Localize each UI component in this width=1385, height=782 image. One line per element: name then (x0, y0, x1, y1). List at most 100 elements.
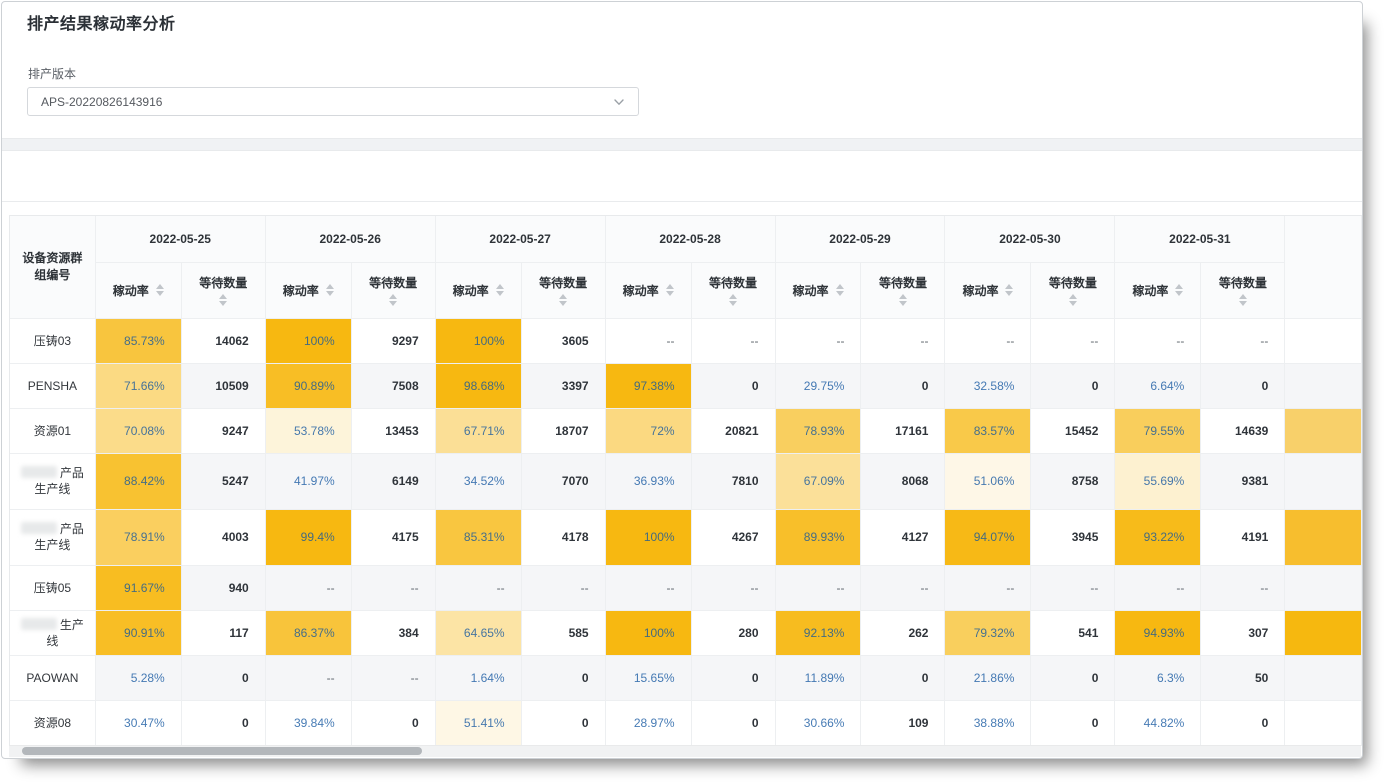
rate-cell[interactable]: 6.3% (1115, 655, 1201, 700)
wait-cell: 0 (351, 700, 435, 745)
wait-column-label: 等待数量 (369, 274, 417, 291)
rate-cell[interactable]: 90.91% (95, 610, 181, 655)
rate-cell[interactable]: 44.82% (1115, 700, 1201, 745)
rate-cell[interactable]: 78.93% (775, 408, 861, 453)
sort-icon[interactable] (389, 294, 397, 306)
rate-cell[interactable]: 92.13% (775, 610, 861, 655)
rate-cell[interactable]: 1.64% (435, 655, 521, 700)
rate-cell[interactable]: 41.97% (265, 453, 351, 509)
rate-cell[interactable]: 67.71% (435, 408, 521, 453)
rate-cell[interactable]: 86.37% (265, 610, 351, 655)
rate-cell[interactable]: 90.89% (265, 363, 351, 408)
resource-name-cell: PENSHA (10, 363, 95, 408)
rate-cell[interactable]: 100% (265, 318, 351, 363)
rate-cell[interactable]: 85.31% (435, 509, 521, 565)
rate-cell[interactable]: 5.28% (95, 655, 181, 700)
wait-cell: 117 (181, 610, 265, 655)
rate-cell[interactable]: 30.47% (95, 700, 181, 745)
sort-icon[interactable] (666, 284, 674, 296)
wait-column-header[interactable]: 等待数量 (1031, 262, 1115, 318)
caret-up-icon (836, 284, 844, 289)
table-scroll-container[interactable]: 设备资源群组编号2022-05-252022-05-262022-05-2720… (9, 215, 1362, 746)
wait-column-header[interactable]: 等待数量 (521, 262, 605, 318)
rate-cell[interactable]: 100% (605, 509, 691, 565)
wait-cell: 0 (691, 655, 775, 700)
wait-column-header[interactable]: 等待数量 (691, 262, 775, 318)
rate-cell[interactable]: 64.65% (435, 610, 521, 655)
rate-cell[interactable]: 21.86% (945, 655, 1031, 700)
wait-column-header[interactable]: 等待数量 (1201, 262, 1285, 318)
page-title: 排产结果稼动率分析 (27, 14, 176, 36)
h-scrollbar[interactable] (9, 745, 1361, 757)
rate-cell[interactable]: 79.55% (1115, 408, 1201, 453)
rate-column-header[interactable]: 稼动率 (435, 262, 521, 318)
rate-cell[interactable]: 67.09% (775, 453, 861, 509)
rate-cell[interactable]: 51.41% (435, 700, 521, 745)
rate-cell: -- (945, 318, 1031, 363)
sort-icon[interactable] (219, 294, 227, 306)
rate-cell[interactable]: 97.38% (605, 363, 691, 408)
rate-column-header[interactable]: 稼动率 (605, 262, 691, 318)
date-header: 2022-05-29 (775, 216, 945, 262)
rate-cell[interactable]: 83.57% (945, 408, 1031, 453)
wait-column-header[interactable]: 等待数量 (861, 262, 945, 318)
rate-cell[interactable]: 32.58% (945, 363, 1031, 408)
rate-cell[interactable]: 94.07% (945, 509, 1031, 565)
rate-cell[interactable]: 30.66% (775, 700, 861, 745)
rate-cell[interactable]: 94.93% (1115, 610, 1201, 655)
rate-cell[interactable]: 28.97% (605, 700, 691, 745)
rate-cell[interactable]: 99.4% (265, 509, 351, 565)
rate-cell[interactable]: 55.69% (1115, 453, 1201, 509)
rate-column-header[interactable]: 稼动率 (945, 262, 1031, 318)
sort-icon[interactable] (729, 294, 737, 306)
rate-cell[interactable]: 36.93% (605, 453, 691, 509)
wait-cell: 0 (691, 700, 775, 745)
rate-cell[interactable]: 70.08% (95, 408, 181, 453)
rate-cell[interactable]: 72% (605, 408, 691, 453)
rate-cell[interactable]: 91.67% (95, 565, 181, 610)
rate-column-header[interactable]: 稼动率 (95, 262, 181, 318)
sort-icon[interactable] (1175, 284, 1183, 296)
rate-cell[interactable]: 29.75% (775, 363, 861, 408)
wait-cell: -- (1031, 318, 1115, 363)
peek-cell (1285, 318, 1362, 363)
sort-icon[interactable] (326, 284, 334, 296)
rate-column-header[interactable]: 稼动率 (1115, 262, 1201, 318)
rate-column-header[interactable]: 稼动率 (775, 262, 861, 318)
sort-icon[interactable] (899, 294, 907, 306)
rate-cell[interactable]: 78.91% (95, 509, 181, 565)
rate-cell[interactable]: 100% (435, 318, 521, 363)
rate-cell[interactable]: 85.73% (95, 318, 181, 363)
rate-cell[interactable]: 79.32% (945, 610, 1031, 655)
sort-icon[interactable] (1069, 294, 1077, 306)
h-scrollbar-thumb[interactable] (22, 747, 422, 755)
wait-column-header[interactable]: 等待数量 (181, 262, 265, 318)
rate-cell[interactable]: 34.52% (435, 453, 521, 509)
rate-cell[interactable]: 39.84% (265, 700, 351, 745)
caret-down-icon (899, 301, 907, 306)
rate-cell[interactable]: 51.06% (945, 453, 1031, 509)
rate-cell[interactable]: 100% (605, 610, 691, 655)
rate-cell[interactable]: 53.78% (265, 408, 351, 453)
sort-icon[interactable] (1005, 284, 1013, 296)
rate-cell[interactable]: 89.93% (775, 509, 861, 565)
sort-icon[interactable] (496, 284, 504, 296)
wait-column-header[interactable]: 等待数量 (351, 262, 435, 318)
caret-down-icon (496, 291, 504, 296)
rate-column-header[interactable]: 稼动率 (265, 262, 351, 318)
sort-icon[interactable] (156, 284, 164, 296)
sort-icon[interactable] (836, 284, 844, 296)
rate-cell[interactable]: 6.64% (1115, 363, 1201, 408)
rate-cell[interactable]: 15.65% (605, 655, 691, 700)
rate-cell[interactable]: 93.22% (1115, 509, 1201, 565)
sort-icon[interactable] (1239, 294, 1247, 306)
sort-icon[interactable] (559, 294, 567, 306)
rate-cell[interactable]: 38.88% (945, 700, 1031, 745)
version-label: 排产版本 (28, 65, 76, 82)
rate-cell[interactable]: 88.42% (95, 453, 181, 509)
caret-up-icon (899, 294, 907, 299)
rate-cell[interactable]: 71.66% (95, 363, 181, 408)
rate-cell[interactable]: 98.68% (435, 363, 521, 408)
version-select[interactable]: APS-20220826143916 (27, 87, 639, 116)
rate-cell[interactable]: 11.89% (775, 655, 861, 700)
